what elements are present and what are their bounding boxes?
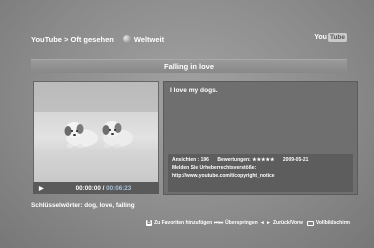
metadata-box: Ansichten : 196 Bewertungen: ★★★★★ 2009-…	[168, 154, 353, 192]
video-thumbnail	[34, 82, 158, 183]
section-label: Weltweit	[133, 34, 165, 44]
favorites-hint[interactable]: Zu Favoriten hinzufügen	[154, 220, 212, 226]
description-panel: I love my dogs. Ansichten : 196 Bewertun…	[163, 81, 358, 195]
upload-date: 2009-05-21	[282, 157, 309, 163]
left-right-arrows-icon: ◄ ►	[259, 220, 271, 226]
description-text: I love my dogs.	[170, 87, 218, 94]
keywords-label: Schlüsselwörter: dog, love, falling	[31, 202, 135, 209]
skip-hint[interactable]: Überspringen	[225, 220, 258, 226]
views-count: Ansichten : 196	[172, 157, 209, 163]
logo-you: You	[314, 34, 327, 41]
rating-stars: Bewertungen: ★★★★★	[217, 157, 275, 163]
youtube-screen: YouTube > Oft gesehen Weltweit You Tube …	[0, 0, 374, 248]
return-icon	[306, 220, 314, 226]
fullscreen-hint[interactable]: Vollbildschirm	[316, 220, 350, 226]
total-time: 00:06:23	[106, 184, 132, 192]
skip-icon: ⏮⏭	[214, 220, 224, 226]
logo-tube: Tube	[327, 33, 347, 42]
stats-row: Ansichten : 196 Bewertungen: ★★★★★ 2009-…	[172, 156, 349, 164]
video-title: Falling in love	[31, 59, 347, 73]
globe-icon	[122, 35, 131, 43]
footer-hints: B Zu Favoriten hinzufügen ⏮⏭ Überspringe…	[146, 220, 350, 226]
playback-bar: ▶ 00:00:00 / 00:06:23	[33, 182, 159, 194]
play-icon[interactable]: ▶	[39, 185, 44, 192]
youtube-logo: You Tube	[314, 33, 347, 42]
back-forward-hint[interactable]: Zurück/Vorw	[273, 220, 303, 226]
copyright-label: Melden Sie Urheberrechtsverstöße:	[172, 165, 257, 171]
b-key-icon: B	[146, 220, 153, 226]
breadcrumb: YouTube > Oft gesehen	[31, 34, 114, 44]
header-bar: YouTube > Oft gesehen Weltweit You Tube	[31, 31, 347, 47]
copyright-url: http://www.youtube.com/t/copyright_notic…	[172, 173, 275, 179]
time-display: 00:00:00 / 00:06:23	[76, 185, 132, 192]
video-player[interactable]	[33, 81, 159, 184]
current-time: 00:00:00	[75, 184, 101, 192]
